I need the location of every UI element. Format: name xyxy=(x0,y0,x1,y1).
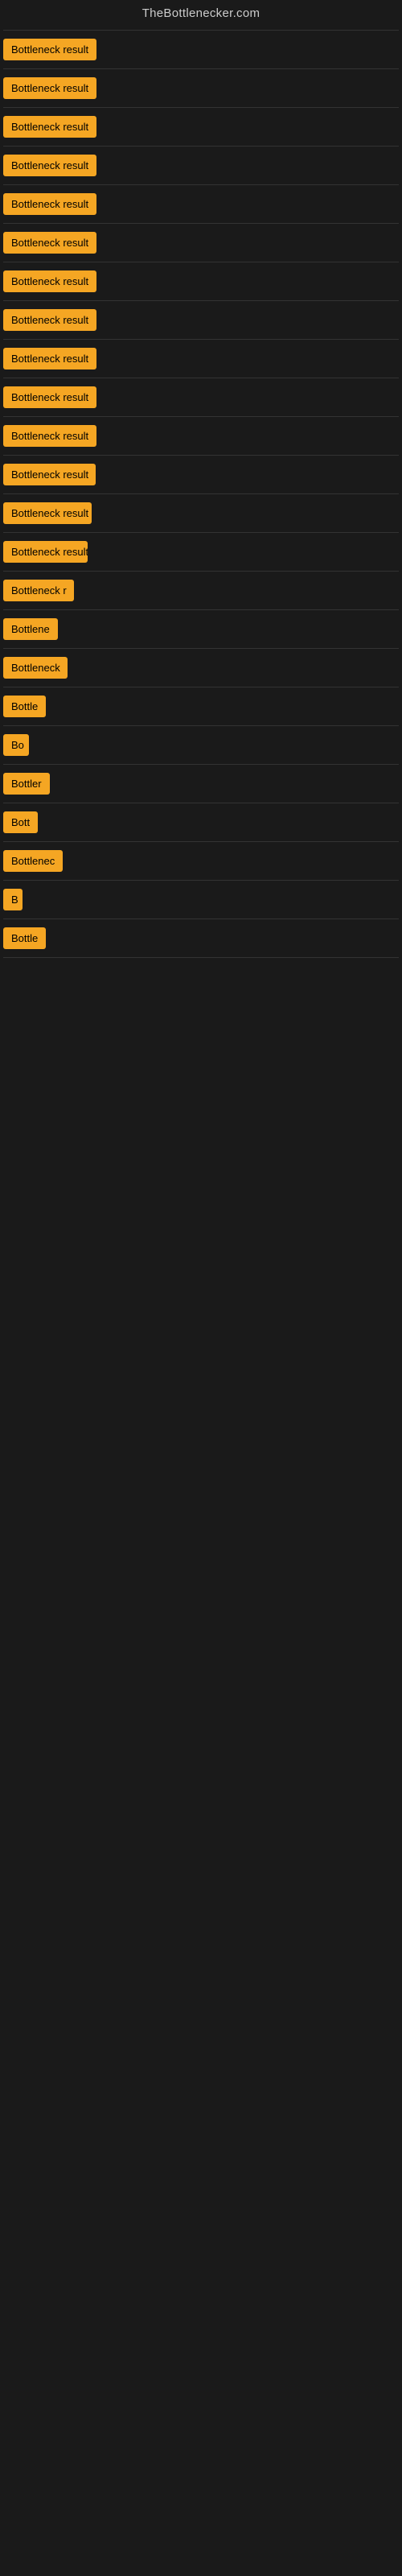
list-item[interactable]: Bottleneck result xyxy=(3,224,399,262)
bottleneck-badge[interactable]: Bottleneck result xyxy=(3,232,96,254)
bottleneck-badge[interactable]: Bottleneck result xyxy=(3,77,96,99)
bottleneck-badge[interactable]: Bottleneck result xyxy=(3,270,96,292)
list-item[interactable]: Bottleneck result xyxy=(3,378,399,416)
list-item[interactable]: Bottleneck result xyxy=(3,494,399,532)
bottleneck-badge[interactable]: Bottleneck result xyxy=(3,464,96,485)
list-item[interactable]: B xyxy=(3,881,399,919)
bottleneck-badge[interactable]: Bottler xyxy=(3,773,50,795)
bottleneck-badge[interactable]: Bottleneck result xyxy=(3,155,96,176)
bottleneck-badge[interactable]: Bottleneck r xyxy=(3,580,74,601)
list-item[interactable]: Bottle xyxy=(3,919,399,957)
divider xyxy=(3,957,399,958)
bottleneck-badge[interactable]: Bott xyxy=(3,811,38,833)
bottleneck-badge[interactable]: Bottle xyxy=(3,927,46,949)
bottleneck-badge[interactable]: Bo xyxy=(3,734,29,756)
bottleneck-badge[interactable]: Bottle xyxy=(3,696,46,717)
list-item[interactable]: Bottleneck result xyxy=(3,301,399,339)
bottleneck-badge[interactable]: Bottleneck result xyxy=(3,309,96,331)
list-item[interactable]: Bottler xyxy=(3,765,399,803)
bottleneck-badge[interactable]: Bottleneck result xyxy=(3,39,96,60)
bottleneck-badge[interactable]: Bottleneck result xyxy=(3,193,96,215)
bottleneck-badge[interactable]: Bottlenec xyxy=(3,850,63,872)
list-item[interactable]: Bottleneck xyxy=(3,649,399,687)
site-title: TheBottlenecker.com xyxy=(0,0,402,30)
list-item[interactable]: Bottle xyxy=(3,687,399,725)
bottleneck-badge[interactable]: Bottleneck result xyxy=(3,541,88,563)
list-item[interactable]: Bottlene xyxy=(3,610,399,648)
list-item[interactable]: Bottleneck result xyxy=(3,31,399,68)
page-container: TheBottlenecker.com Bottleneck resultBot… xyxy=(0,0,402,958)
list-item[interactable]: Bottleneck r xyxy=(3,572,399,609)
bottleneck-badge[interactable]: Bottlene xyxy=(3,618,58,640)
bottleneck-badge[interactable]: Bottleneck xyxy=(3,657,68,679)
items-container: Bottleneck result Bottleneck result Bottle… xyxy=(0,30,402,958)
list-item[interactable]: Bottleneck result xyxy=(3,185,399,223)
bottleneck-badge[interactable]: B xyxy=(3,889,23,910)
list-item[interactable]: Bottleneck result xyxy=(3,417,399,455)
bottleneck-badge[interactable]: Bottleneck result xyxy=(3,348,96,369)
list-item[interactable]: Bottleneck result xyxy=(3,456,399,493)
list-item[interactable]: Bottleneck result xyxy=(3,533,399,571)
list-item[interactable]: Bottleneck result xyxy=(3,69,399,107)
list-item[interactable]: Bottleneck result xyxy=(3,147,399,184)
list-item[interactable]: Bottleneck result xyxy=(3,108,399,146)
list-item[interactable]: Bottleneck result xyxy=(3,340,399,378)
bottleneck-badge[interactable]: Bottleneck result xyxy=(3,386,96,408)
bottleneck-badge[interactable]: Bottleneck result xyxy=(3,502,92,524)
list-item[interactable]: Bottlenec xyxy=(3,842,399,880)
bottleneck-badge[interactable]: Bottleneck result xyxy=(3,425,96,447)
bottleneck-badge[interactable]: Bottleneck result xyxy=(3,116,96,138)
list-item[interactable]: Bott xyxy=(3,803,399,841)
list-item[interactable]: Bo xyxy=(3,726,399,764)
list-item[interactable]: Bottleneck result xyxy=(3,262,399,300)
